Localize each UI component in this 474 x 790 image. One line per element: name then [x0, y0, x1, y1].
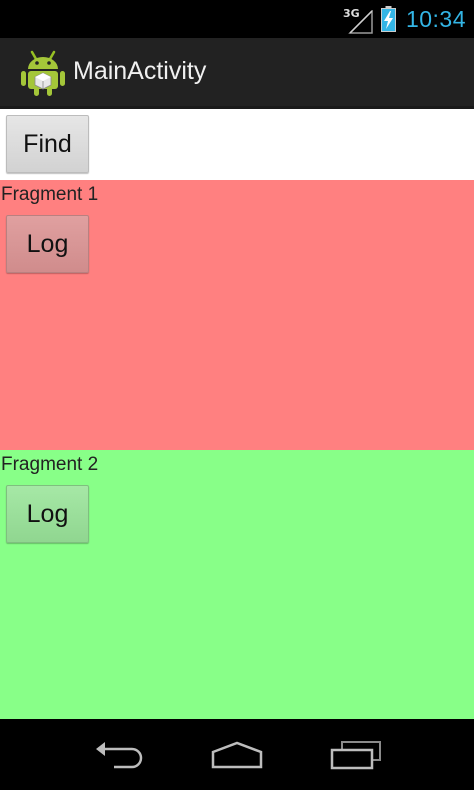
- home-button[interactable]: [207, 737, 267, 773]
- fragment-2-label: Fragment 2: [1, 454, 99, 475]
- home-icon: [211, 741, 263, 769]
- status-icons: 3G 10:34: [343, 0, 474, 38]
- back-button[interactable]: [89, 737, 149, 773]
- fragment-1: Fragment 1 Log: [0, 180, 474, 450]
- battery-indicator: [380, 6, 396, 32]
- action-bar: MainActivity: [0, 38, 474, 109]
- signal-indicator: 3G: [343, 5, 373, 34]
- android-icon[interactable]: [20, 49, 66, 97]
- clock: 10:34: [405, 5, 466, 32]
- main-content: Find Fragment 1 Log Fragment 2 Log: [0, 109, 474, 720]
- recent-apps-button[interactable]: [326, 737, 386, 773]
- page-title: MainActivity: [73, 57, 207, 85]
- fragment-1-label: Fragment 1: [1, 184, 99, 205]
- recent-apps-icon: [330, 741, 381, 770]
- find-button[interactable]: Find: [6, 115, 89, 173]
- navigation-bar: [0, 719, 474, 790]
- status-bar: 3G 10:34: [0, 0, 474, 38]
- fragment-2-log-button[interactable]: Log: [6, 485, 89, 543]
- fragment-2: Fragment 2 Log: [0, 450, 474, 720]
- fragment-1-log-button[interactable]: Log: [6, 215, 89, 273]
- battery-charging-icon: [380, 6, 396, 32]
- back-icon: [96, 742, 143, 769]
- signal-icon: [348, 10, 373, 34]
